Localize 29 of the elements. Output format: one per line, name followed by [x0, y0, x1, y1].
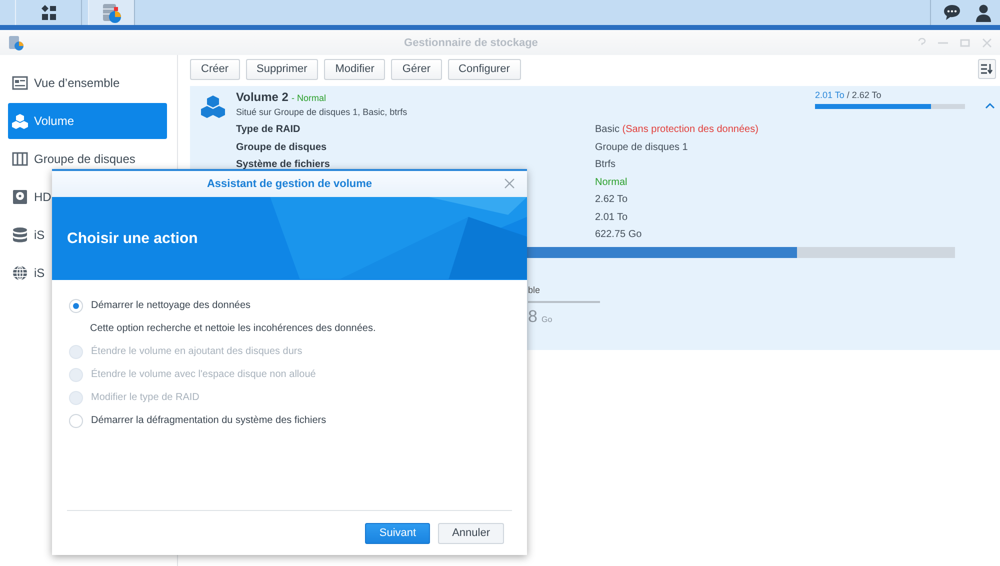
- usage-text: 2.01 To / 2.62 To: [815, 90, 882, 100]
- option-label: Démarrer la défragmentation du système des fichiers: [91, 415, 326, 426]
- option-label: Démarrer le nettoyage des données: [91, 300, 251, 311]
- volume-name: Volume 2 - Normal: [236, 90, 327, 104]
- option-label: Étendre le volume en ajoutant des disques durs: [91, 346, 302, 357]
- volume-location: Situé sur Groupe de disques 1, Basic, btrfs: [236, 107, 408, 117]
- detail-value: Normal: [595, 176, 628, 188]
- sidebar-label: HD: [34, 190, 52, 204]
- sidebar-label: Vue d’ensemble: [34, 76, 120, 90]
- sidebar-label: iS: [34, 266, 45, 280]
- sidebar-label: Volume: [34, 114, 74, 128]
- option-label: Modifier le type de RAID: [91, 392, 200, 403]
- sidebar-label: Groupe de disques: [34, 152, 136, 166]
- detail-value: Basic (Sans protection des données): [595, 124, 760, 136]
- sidebar-label: iS: [34, 228, 45, 242]
- dialog-title: Assistant de gestion de volume: [206, 178, 372, 190]
- detail-value: 2.62 To: [595, 194, 629, 206]
- detail-value: 622.75 Go: [595, 229, 643, 240]
- option-description: Cette option recherche et nettoie les incohérences des données.: [89, 322, 377, 336]
- dialog-heading: Choisir une action: [67, 230, 198, 247]
- window-title: Gestionnaire de stockage: [403, 36, 539, 48]
- stat-value: 8 Go: [528, 306, 554, 326]
- detail-value: 2.01 To: [595, 212, 629, 223]
- detail-label: Type de RAID: [236, 124, 302, 136]
- detail-value: Btrfs: [595, 159, 617, 170]
- detail-label: Système de fichiers: [236, 159, 331, 170]
- detail-label: Groupe de disques: [236, 142, 328, 153]
- detail-value: Groupe de disques 1: [595, 142, 689, 153]
- option-label: Étendre le volume avec l'espace disque non alloué: [91, 369, 316, 380]
